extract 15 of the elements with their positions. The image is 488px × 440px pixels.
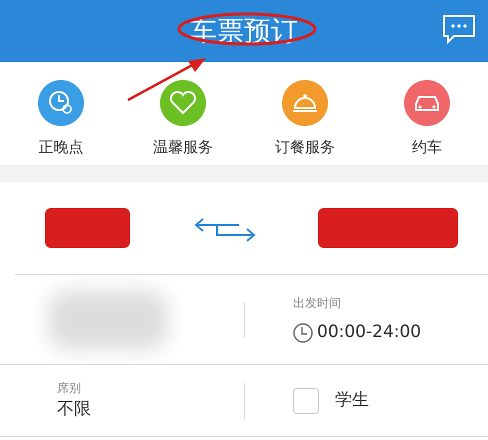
- bell-icon[interactable]: [282, 80, 328, 126]
- time-value[interactable]: 00:00-24:00: [317, 320, 422, 346]
- clock-icon[interactable]: [38, 80, 84, 126]
- checkbox-label: 学生: [335, 388, 369, 412]
- message-icon[interactable]: [442, 14, 476, 44]
- car-icon[interactable]: [404, 80, 450, 126]
- field-label: 出发时间: [293, 294, 342, 312]
- clock-icon: [293, 322, 313, 342]
- service-label[interactable]: 温馨服务: [153, 136, 213, 158]
- service-label[interactable]: 订餐服务: [275, 136, 335, 158]
- field-label: 席别: [57, 380, 82, 397]
- checkbox[interactable]: [293, 388, 319, 414]
- seat-value[interactable]: 不限: [57, 396, 244, 422]
- service-label[interactable]: 正晚点: [38, 136, 84, 158]
- service-label[interactable]: 约车: [412, 136, 442, 158]
